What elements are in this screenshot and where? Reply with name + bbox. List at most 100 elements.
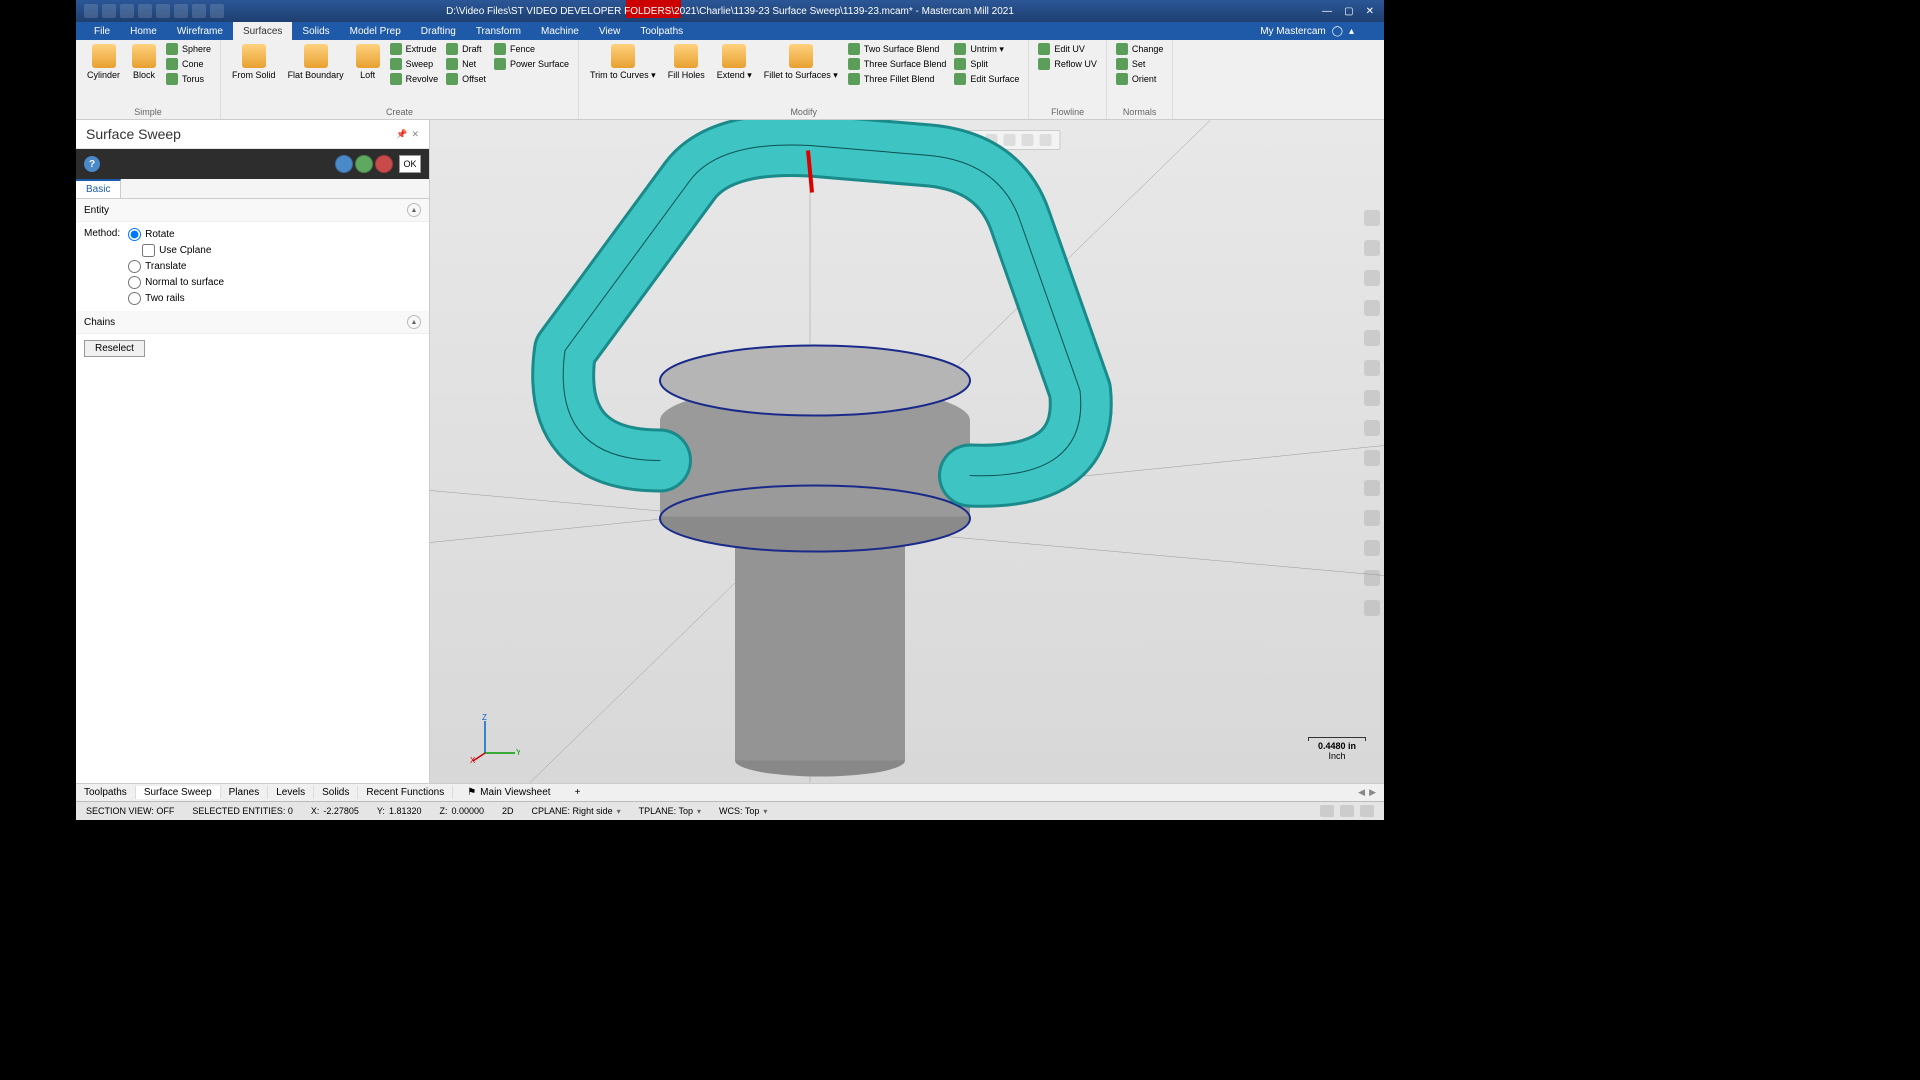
qat-print-icon[interactable] bbox=[138, 4, 152, 18]
add-viewsheet-button[interactable]: + bbox=[565, 786, 591, 799]
qat-help-icon[interactable] bbox=[156, 4, 170, 18]
viewsheet-tab[interactable]: ⚑ Main Viewsheet bbox=[457, 786, 560, 799]
3d-viewport[interactable]: AutoCursor ▾ bbox=[430, 120, 1384, 783]
help-icon[interactable]: ? bbox=[84, 156, 100, 172]
rt-icon[interactable] bbox=[1364, 450, 1380, 466]
sphere-button[interactable]: Sphere bbox=[163, 42, 214, 56]
menu-toolpaths[interactable]: Toolpaths bbox=[630, 22, 693, 40]
menu-model-prep[interactable]: Model Prep bbox=[340, 22, 411, 40]
menu-transform[interactable]: Transform bbox=[466, 22, 531, 40]
reflow-uv-button[interactable]: Reflow UV bbox=[1035, 57, 1100, 71]
ribbon-collapse-icon[interactable]: ▴ bbox=[1349, 26, 1354, 37]
section-view-status[interactable]: SECTION VIEW: OFF bbox=[86, 806, 174, 816]
close-icon[interactable]: ✕ bbox=[1366, 6, 1374, 17]
chains-section-header[interactable]: Chains ▲ bbox=[76, 311, 429, 334]
extrude-button[interactable]: Extrude bbox=[387, 42, 442, 56]
rt-icon[interactable] bbox=[1364, 300, 1380, 316]
sb-icon[interactable] bbox=[1340, 805, 1354, 817]
rt-icon[interactable] bbox=[1364, 540, 1380, 556]
menu-view[interactable]: View bbox=[589, 22, 631, 40]
tab-planes[interactable]: Planes bbox=[221, 786, 269, 799]
qat-new-icon[interactable] bbox=[84, 4, 98, 18]
qat-btn-icon[interactable] bbox=[174, 4, 188, 18]
three-fillet-blend-button[interactable]: Three Fillet Blend bbox=[845, 72, 950, 86]
rt-icon[interactable] bbox=[1364, 360, 1380, 376]
use-cplane-checkbox[interactable]: Use Cplane bbox=[142, 244, 224, 257]
qat-undo-icon[interactable] bbox=[192, 4, 206, 18]
ok-icon[interactable] bbox=[355, 155, 373, 173]
rt-icon[interactable] bbox=[1364, 240, 1380, 256]
rt-icon[interactable] bbox=[1364, 330, 1380, 346]
fillet-to-surfaces-button[interactable]: Fillet to Surfaces ▾ bbox=[759, 42, 843, 83]
rt-icon[interactable] bbox=[1364, 390, 1380, 406]
sb-icon[interactable] bbox=[1360, 805, 1374, 817]
translate-radio[interactable]: Translate bbox=[128, 260, 224, 273]
sweep-button[interactable]: Sweep bbox=[387, 57, 442, 71]
power-surface-button[interactable]: Power Surface bbox=[491, 57, 572, 71]
menu-drafting[interactable]: Drafting bbox=[411, 22, 466, 40]
menu-solids[interactable]: Solids bbox=[292, 22, 339, 40]
revolve-button[interactable]: Revolve bbox=[387, 72, 442, 86]
set-button[interactable]: Set bbox=[1113, 57, 1167, 71]
edit-uv-button[interactable]: Edit UV bbox=[1035, 42, 1100, 56]
qat-redo-icon[interactable] bbox=[210, 4, 224, 18]
two-rails-radio[interactable]: Two rails bbox=[128, 292, 224, 305]
loft-button[interactable]: Loft bbox=[351, 42, 385, 82]
rt-icon[interactable] bbox=[1364, 570, 1380, 586]
tab-solids[interactable]: Solids bbox=[314, 786, 358, 799]
block-button[interactable]: Block bbox=[127, 42, 161, 82]
tab-recent-functions[interactable]: Recent Functions bbox=[358, 786, 453, 799]
maximize-icon[interactable]: ▢ bbox=[1344, 6, 1353, 17]
fence-button[interactable]: Fence bbox=[491, 42, 572, 56]
menu-file[interactable]: File bbox=[84, 22, 120, 40]
untrim-button[interactable]: Untrim ▾ bbox=[951, 42, 1022, 56]
wcs-status[interactable]: WCS: Top▾ bbox=[719, 806, 767, 816]
minimize-icon[interactable]: — bbox=[1322, 6, 1332, 17]
tab-toolpaths[interactable]: Toolpaths bbox=[76, 786, 136, 799]
draft-button[interactable]: Draft bbox=[443, 42, 489, 56]
cylinder-button[interactable]: Cylinder bbox=[82, 42, 125, 82]
menu-wireframe[interactable]: Wireframe bbox=[167, 22, 233, 40]
net-button[interactable]: Net bbox=[443, 57, 489, 71]
change-button[interactable]: Change bbox=[1113, 42, 1167, 56]
fill-holes-button[interactable]: Fill Holes bbox=[663, 42, 710, 82]
reselect-button[interactable]: Reselect bbox=[84, 340, 145, 357]
tab-surface-sweep[interactable]: Surface Sweep bbox=[136, 786, 221, 799]
orient-button[interactable]: Orient bbox=[1113, 72, 1167, 86]
panel-close-icon[interactable]: ✕ bbox=[411, 129, 419, 140]
normal-to-surface-radio[interactable]: Normal to surface bbox=[128, 276, 224, 289]
menu-surfaces[interactable]: Surfaces bbox=[233, 22, 292, 40]
entity-section-header[interactable]: Entity ▲ bbox=[76, 199, 429, 222]
rt-icon[interactable] bbox=[1364, 210, 1380, 226]
cancel-icon[interactable] bbox=[375, 155, 393, 173]
sb-icon[interactable] bbox=[1320, 805, 1334, 817]
rt-icon[interactable] bbox=[1364, 480, 1380, 496]
rt-icon[interactable] bbox=[1364, 510, 1380, 526]
rt-icon[interactable] bbox=[1364, 600, 1380, 616]
basic-tab[interactable]: Basic bbox=[76, 179, 121, 198]
menu-machine[interactable]: Machine bbox=[531, 22, 589, 40]
arrow-right-icon[interactable]: ▶ bbox=[1369, 787, 1376, 798]
tab-levels[interactable]: Levels bbox=[268, 786, 314, 799]
rt-icon[interactable] bbox=[1364, 420, 1380, 436]
split-button[interactable]: Split bbox=[951, 57, 1022, 71]
pin-icon[interactable]: 📌 bbox=[396, 129, 407, 140]
torus-button[interactable]: Torus bbox=[163, 72, 214, 86]
two-surface-blend-button[interactable]: Two Surface Blend bbox=[845, 42, 950, 56]
arrow-left-icon[interactable]: ◀ bbox=[1358, 787, 1365, 798]
flat-boundary-button[interactable]: Flat Boundary bbox=[283, 42, 349, 82]
rt-icon[interactable] bbox=[1364, 270, 1380, 286]
offset-button[interactable]: Offset bbox=[443, 72, 489, 86]
from-solid-button[interactable]: From Solid bbox=[227, 42, 281, 82]
trim-to-curves-button[interactable]: Trim to Curves ▾ bbox=[585, 42, 661, 83]
extend-button[interactable]: Extend ▾ bbox=[712, 42, 757, 83]
my-mastercam[interactable]: My Mastercam ◯ ▴ bbox=[1260, 26, 1384, 37]
menu-home[interactable]: Home bbox=[120, 22, 167, 40]
ok-new-icon[interactable] bbox=[335, 155, 353, 173]
qat-open-icon[interactable] bbox=[120, 4, 134, 18]
cplane-status[interactable]: CPLANE: Right side▾ bbox=[532, 806, 621, 816]
three-surface-blend-button[interactable]: Three Surface Blend bbox=[845, 57, 950, 71]
rotate-radio[interactable]: Rotate bbox=[128, 228, 224, 241]
qat-save-icon[interactable] bbox=[102, 4, 116, 18]
mode-2d[interactable]: 2D bbox=[502, 806, 514, 816]
